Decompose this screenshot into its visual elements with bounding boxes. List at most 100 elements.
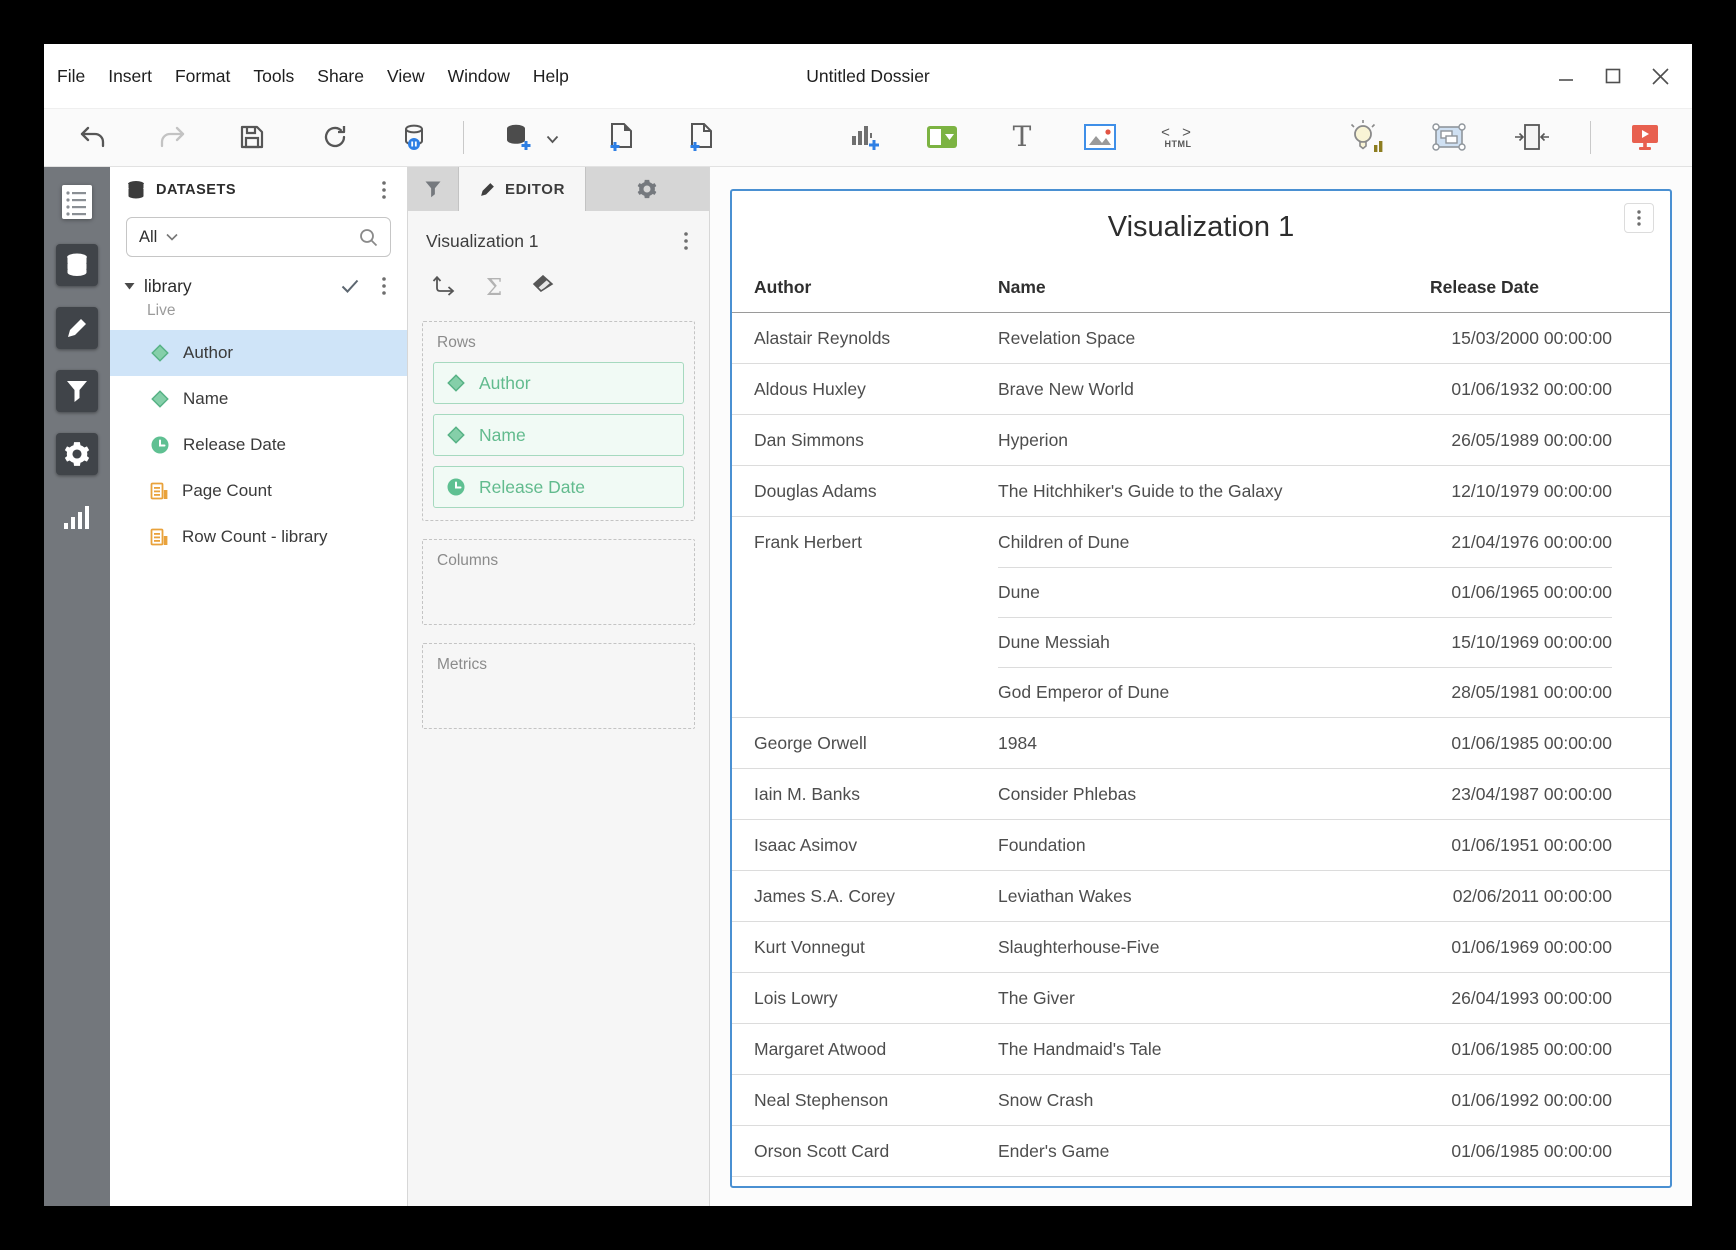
new-page-button[interactable]	[679, 115, 723, 159]
tab-editor[interactable]: EDITOR	[459, 167, 586, 211]
undo-button[interactable]	[70, 115, 114, 159]
menu-tools[interactable]: Tools	[253, 66, 294, 87]
table-row[interactable]: Isaac AsimovFoundation01/06/1951 00:00:0…	[732, 819, 1670, 870]
free-form-layout-icon	[1431, 122, 1467, 152]
table-row[interactable]: Aldous HuxleyBrave New World01/06/1932 0…	[732, 363, 1670, 414]
cell-release-date: 02/06/2011 00:00:00	[1430, 871, 1612, 921]
tab-filter[interactable]	[408, 167, 459, 211]
add-image-button[interactable]	[1078, 115, 1122, 159]
column-header-name[interactable]: Name	[998, 263, 1430, 312]
rows-pill-release-date[interactable]: Release Date	[433, 466, 684, 508]
cell-author: Margaret Atwood	[754, 1024, 998, 1074]
rail-contents-button[interactable]	[56, 181, 98, 223]
add-html-button[interactable]: < > HTML	[1156, 115, 1200, 159]
dataset-field-row-count-library[interactable]: Row Count - library	[110, 514, 407, 560]
rows-pill-name[interactable]: Name	[433, 414, 684, 456]
add-selector-button[interactable]	[920, 115, 964, 159]
redo-button[interactable]	[150, 115, 194, 159]
metric-icon	[150, 527, 169, 547]
menu-view[interactable]: View	[387, 66, 425, 87]
dataset-field-name[interactable]: Name	[110, 376, 407, 422]
add-image-icon	[1084, 124, 1116, 150]
table-row[interactable]: Lois LowryThe Giver26/04/1993 00:00:00	[732, 972, 1670, 1023]
menu-share[interactable]: Share	[317, 66, 364, 87]
present-button[interactable]	[1623, 115, 1667, 159]
gear-icon	[637, 179, 657, 199]
table-row[interactable]: Dan SimmonsHyperion26/05/1989 00:00:00	[732, 414, 1670, 465]
dataset-field-author[interactable]: Author	[110, 330, 407, 376]
visualization-menu-button[interactable]	[1624, 203, 1654, 233]
table-row[interactable]: God Emperor of Dune28/05/1981 00:00:00	[732, 667, 1670, 717]
free-form-layout-button[interactable]	[1427, 115, 1471, 159]
table-row[interactable]: George Orwell198401/06/1985 00:00:00	[732, 717, 1670, 768]
cell-name: The Handmaid's Tale	[998, 1024, 1430, 1074]
maximize-button[interactable]	[1603, 66, 1623, 86]
insights-button[interactable]	[1346, 115, 1390, 159]
refresh-button[interactable]	[313, 115, 357, 159]
rail-filter-button[interactable]	[56, 370, 98, 412]
fit-to-window-button[interactable]	[1510, 115, 1554, 159]
datasets-menu-button[interactable]	[373, 177, 395, 203]
rail-datasets-button[interactable]	[56, 244, 98, 286]
dataset-library-row[interactable]: library	[110, 267, 407, 301]
table-row[interactable]: Alastair ReynoldsRevelation Space15/03/2…	[732, 313, 1670, 363]
new-chapter-button[interactable]	[599, 115, 643, 159]
table-row[interactable]: Dune01/06/1965 00:00:00	[732, 567, 1670, 617]
swap-axes-button[interactable]	[432, 274, 456, 301]
table-row[interactable]: Neal StephensonSnow Crash01/06/1992 00:0…	[732, 1074, 1670, 1125]
table-row[interactable]: Frank HerbertChildren of Dune21/04/1976 …	[732, 516, 1670, 567]
date-attribute-icon	[150, 435, 170, 455]
cell-author: Iain M. Banks	[754, 769, 998, 819]
add-data-chevron-icon[interactable]	[546, 131, 559, 149]
add-data-button[interactable]	[496, 115, 540, 159]
totals-button[interactable]: Σ	[486, 275, 502, 301]
table-row[interactable]: Kurt VonnegutSlaughterhouse-Five01/06/19…	[732, 921, 1670, 972]
add-text-button[interactable]: T	[1000, 115, 1044, 159]
save-button[interactable]	[230, 115, 274, 159]
dataset-search-box[interactable]: All	[126, 217, 391, 257]
add-visualization-button[interactable]	[843, 115, 887, 159]
table-row[interactable]: Peter F. HamiltonPandora's Star02/03/200…	[732, 1176, 1670, 1188]
toolbar-divider	[463, 121, 464, 154]
cell-author: Dan Simmons	[754, 415, 998, 465]
table-row[interactable]: Orson Scott CardEnder's Game01/06/1985 0…	[732, 1125, 1670, 1176]
cell-author: Lois Lowry	[754, 973, 998, 1023]
dataset-field-page-count[interactable]: Page Count	[110, 468, 407, 514]
rows-drop-zone[interactable]: Rows AuthorNameRelease Date	[422, 321, 695, 521]
kebab-icon	[382, 181, 386, 199]
table-row[interactable]: Margaret AtwoodThe Handmaid's Tale01/06/…	[732, 1023, 1670, 1074]
menu-file[interactable]: File	[57, 66, 85, 87]
rail-editor-button[interactable]	[56, 307, 98, 349]
menu-help[interactable]: Help	[533, 66, 569, 87]
add-data-icon	[503, 122, 533, 152]
menu-format[interactable]: Format	[175, 66, 230, 87]
dataset-filter-value[interactable]: All	[139, 228, 157, 247]
rail-visualizations-button[interactable]	[56, 496, 98, 538]
cell-name: Revelation Space	[998, 313, 1430, 363]
cell-release-date: 23/04/1987 00:00:00	[1430, 769, 1612, 819]
rows-pill-author[interactable]: Author	[433, 362, 684, 404]
minimize-button[interactable]	[1556, 66, 1576, 86]
table-row[interactable]: Douglas AdamsThe Hitchhiker's Guide to t…	[732, 465, 1670, 516]
rail-format-button[interactable]	[56, 433, 98, 475]
dataset-status-button[interactable]	[393, 115, 437, 159]
menu-insert[interactable]: Insert	[108, 66, 152, 87]
column-header-release-date[interactable]: Release Date	[1430, 263, 1612, 312]
columns-drop-zone[interactable]: Columns	[422, 539, 695, 625]
caret-down-icon[interactable]	[124, 282, 135, 290]
dataset-field-release-date[interactable]: Release Date	[110, 422, 407, 468]
metrics-drop-zone[interactable]: Metrics	[422, 643, 695, 729]
close-button[interactable]	[1650, 66, 1670, 86]
visualization-container[interactable]: Visualization 1 Author Name Release Date…	[730, 189, 1672, 1188]
dataset-menu-button[interactable]	[373, 273, 395, 299]
table-row[interactable]: Dune Messiah15/10/1969 00:00:00	[732, 617, 1670, 667]
cell-release-date: 26/05/1989 00:00:00	[1430, 415, 1612, 465]
column-header-author[interactable]: Author	[754, 263, 998, 312]
tab-settings[interactable]	[586, 167, 707, 211]
menu-window[interactable]: Window	[448, 66, 510, 87]
table-row[interactable]: Iain M. BanksConsider Phlebas23/04/1987 …	[732, 768, 1670, 819]
table-row[interactable]: James S.A. CoreyLeviathan Wakes02/06/201…	[732, 870, 1670, 921]
clear-all-button[interactable]	[532, 275, 556, 300]
editor-viz-menu-button[interactable]	[675, 228, 697, 254]
cell-name: Ender's Game	[998, 1126, 1430, 1176]
